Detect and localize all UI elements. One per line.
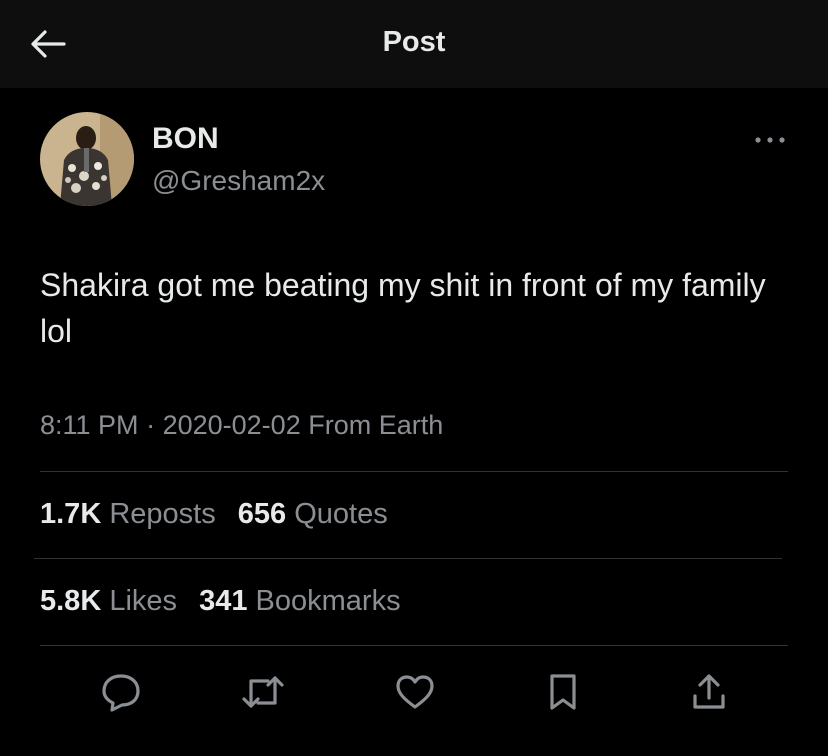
more-horizontal-icon bbox=[755, 137, 785, 143]
likes-count: 5.8K bbox=[40, 585, 102, 617]
bookmarks-label: Bookmarks bbox=[255, 585, 401, 617]
stats-row-reposts: 1.7K Reposts 656 Quotes bbox=[40, 498, 402, 531]
more-options-button[interactable] bbox=[748, 124, 792, 156]
bookmark-icon bbox=[550, 674, 576, 710]
quotes-label: Quotes bbox=[294, 498, 388, 530]
post-date[interactable]: 2020-02-02 bbox=[163, 410, 301, 440]
reply-icon bbox=[102, 674, 140, 712]
reposts-count: 1.7K bbox=[40, 498, 102, 530]
repost-button[interactable] bbox=[238, 668, 288, 716]
post-text: Shakira got me beating my shit in front … bbox=[40, 267, 766, 349]
reply-button[interactable] bbox=[96, 668, 146, 716]
divider bbox=[34, 558, 782, 559]
post-time[interactable]: 8:11 PM bbox=[40, 410, 139, 440]
bookmark-button[interactable] bbox=[538, 668, 588, 716]
meta-separator: · bbox=[146, 410, 156, 440]
action-bar bbox=[0, 668, 828, 718]
repost-icon bbox=[242, 676, 284, 708]
divider bbox=[40, 471, 788, 472]
share-button[interactable] bbox=[684, 668, 734, 716]
avatar[interactable] bbox=[40, 112, 134, 206]
bookmarks-stat[interactable]: 341 Bookmarks bbox=[199, 585, 401, 617]
post-source: From Earth bbox=[308, 410, 444, 440]
post-metadata: 8:11 PM · 2020-02-02 From Earth bbox=[40, 410, 443, 441]
reposts-stat[interactable]: 1.7K Reposts bbox=[40, 498, 224, 530]
likes-stat[interactable]: 5.8K Likes bbox=[40, 585, 185, 617]
author-display-name[interactable]: BON bbox=[152, 122, 219, 156]
bookmarks-count: 341 bbox=[199, 585, 248, 617]
top-bar: Post bbox=[0, 0, 828, 88]
divider bbox=[40, 645, 788, 646]
share-icon bbox=[693, 674, 725, 709]
quotes-count: 656 bbox=[237, 498, 287, 530]
author-handle[interactable]: @Gresham2x bbox=[152, 165, 325, 197]
avatar-photo bbox=[40, 112, 134, 206]
like-icon bbox=[396, 675, 434, 709]
stats-row-likes: 5.8K Likes 341 Bookmarks bbox=[40, 585, 415, 618]
likes-label: Likes bbox=[109, 585, 178, 617]
quotes-stat[interactable]: 656 Quotes bbox=[238, 498, 388, 530]
like-button[interactable] bbox=[390, 668, 440, 716]
reposts-label: Reposts bbox=[109, 498, 216, 530]
page-title: Post bbox=[382, 26, 446, 58]
